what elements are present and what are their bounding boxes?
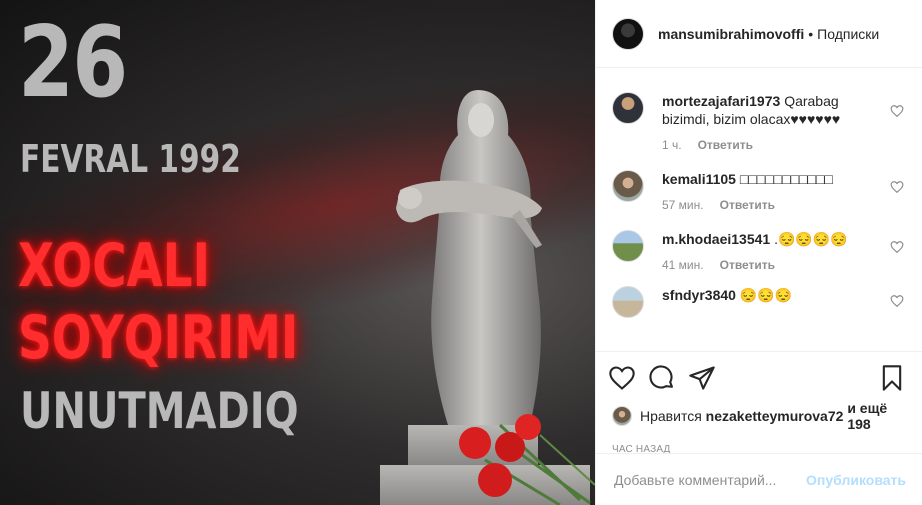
post-time[interactable]: ЧАС НАЗАД — [596, 432, 922, 455]
comment-bubble-icon[interactable] — [648, 364, 676, 392]
comment-text: □□□□□□□□□□□ — [739, 171, 833, 187]
liker-avatar[interactable] — [612, 406, 632, 426]
image-date-month-year: FEVRAL 1992 — [20, 137, 241, 181]
comment-text: 😔😔😔 — [739, 287, 793, 303]
following-button[interactable]: Подписки — [817, 26, 879, 42]
likes-prefix: Нравится — [640, 408, 702, 424]
likes-summary: Нравится nezaketteymurova72 и ещё 198 — [596, 394, 922, 432]
image-title-line2: SOYQIRIMI — [18, 303, 299, 373]
liker-username[interactable]: nezaketteymurova72 — [706, 408, 844, 424]
post-side-panel: mansumibrahimovoffi • Подписки mortezaja… — [595, 0, 922, 505]
comment-text-block: mortezajafari1973 Qarabag bizimdi, bizim… — [662, 92, 882, 128]
like-comment-heart-icon[interactable] — [890, 104, 904, 118]
reply-button[interactable]: Ответить — [698, 138, 753, 152]
comment-item: m.khodaei13541 .😔😔😔😔 41 мин. Ответить — [596, 212, 922, 272]
commenter-avatar[interactable] — [612, 286, 644, 318]
author-avatar[interactable] — [612, 17, 644, 50]
like-comment-heart-icon[interactable] — [890, 240, 904, 254]
comment-text-block: sfndyr3840 😔😔😔 — [662, 286, 882, 304]
reply-button[interactable]: Ответить — [720, 198, 775, 212]
comment-item: sfndyr3840 😔😔😔 — [596, 272, 922, 318]
likes-others[interactable]: и ещё 198 — [847, 400, 906, 432]
post-actions-bar — [596, 352, 922, 394]
commenter-username[interactable]: m.khodaei13541 — [662, 231, 770, 247]
comment-text-block: kemali1105 □□□□□□□□□□□ — [662, 170, 882, 188]
comment-time[interactable]: 1 ч. — [662, 138, 682, 152]
like-heart-icon[interactable] — [608, 364, 636, 392]
commenter-username[interactable]: sfndyr3840 — [662, 287, 736, 303]
comment-item: kemali1105 □□□□□□□□□□□ 57 мин. Ответить — [596, 152, 922, 212]
add-comment-bar: Опубликовать — [596, 453, 922, 505]
comment-text-block: m.khodaei13541 .😔😔😔😔 — [662, 230, 882, 248]
commenter-username[interactable]: mortezajafari1973 — [662, 93, 780, 109]
comments-list[interactable]: mortezajafari1973 Qarabag bizimdi, bizim… — [596, 68, 922, 352]
publish-button[interactable]: Опубликовать — [806, 472, 906, 488]
author-username[interactable]: mansumibrahimovoffi — [658, 26, 804, 42]
comment-item: mortezajafari1973 Qarabag bizimdi, bizim… — [596, 68, 922, 152]
post-header: mansumibrahimovoffi • Подписки — [596, 0, 922, 68]
header-separator: • — [808, 25, 814, 42]
image-date-day: 26 — [18, 6, 128, 120]
bookmark-icon[interactable] — [878, 364, 906, 392]
like-comment-heart-icon[interactable] — [890, 180, 904, 194]
commenter-username[interactable]: kemali1105 — [662, 171, 736, 187]
like-comment-heart-icon[interactable] — [890, 294, 904, 308]
commenter-avatar[interactable] — [612, 170, 644, 202]
comment-time[interactable]: 57 мин. — [662, 198, 704, 212]
comment-text: .😔😔😔😔 — [774, 231, 848, 247]
commenter-avatar[interactable] — [612, 92, 644, 124]
image-title-line1: XOCALI — [18, 231, 211, 301]
flowers-illustration — [459, 414, 595, 505]
comment-input[interactable] — [612, 470, 807, 489]
commenter-avatar[interactable] — [612, 230, 644, 262]
post-image[interactable]: 26 FEVRAL 1992 XOCALI SOYQIRIMI UNUTMADI… — [0, 0, 595, 505]
image-title-line3: UNUTMADIQ — [20, 382, 299, 440]
comment-time[interactable]: 41 мин. — [662, 258, 704, 272]
reply-button[interactable]: Ответить — [720, 258, 775, 272]
share-paper-plane-icon[interactable] — [688, 364, 716, 392]
